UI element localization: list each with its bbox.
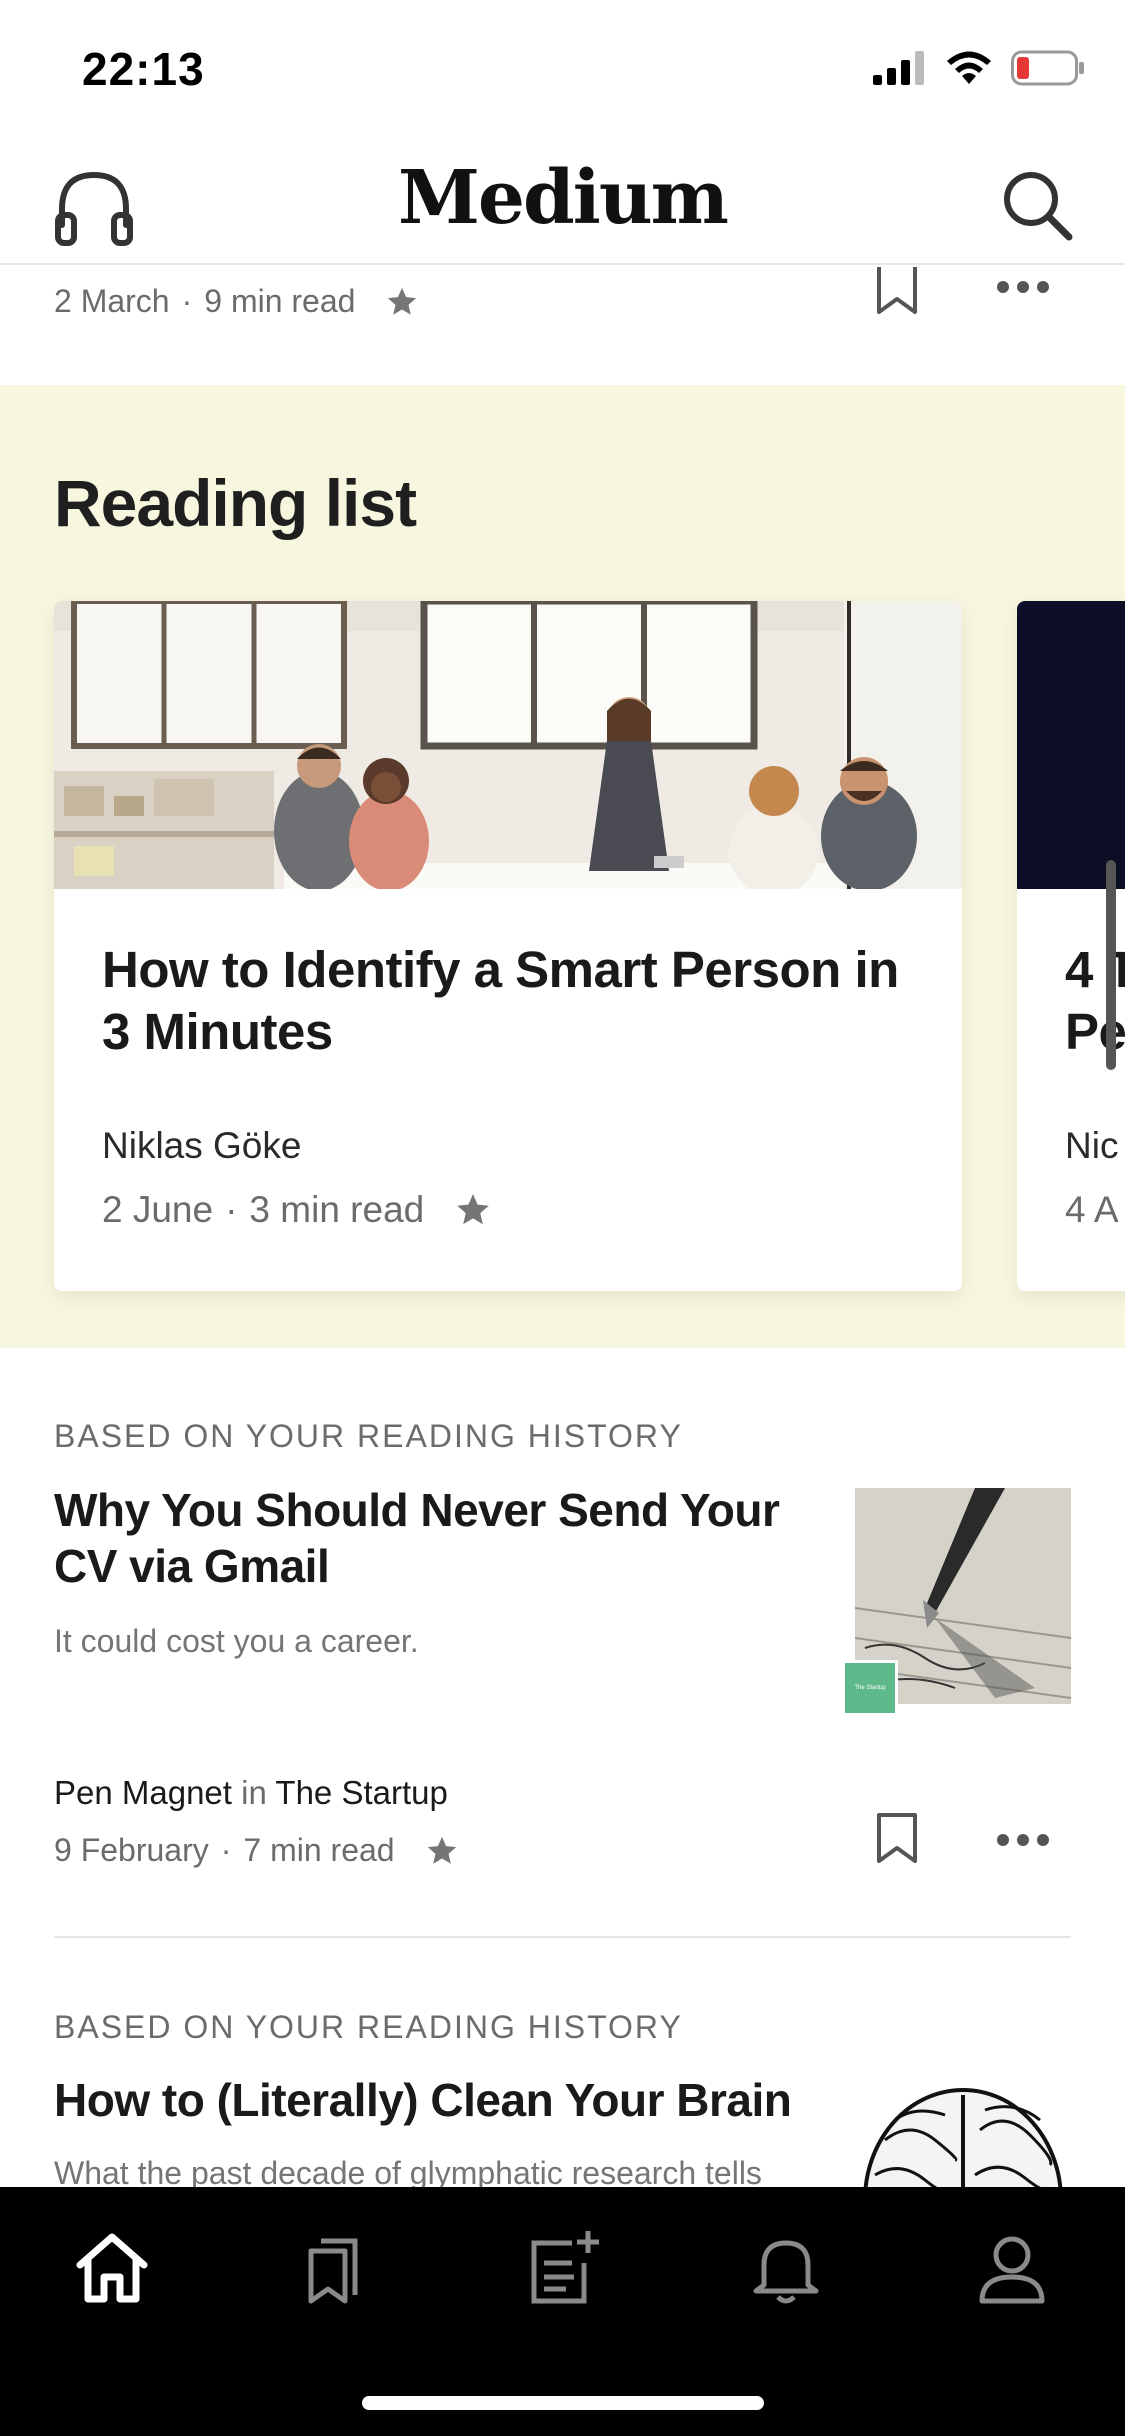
feed-kicker: BASED ON YOUR READING HISTORY xyxy=(54,1418,683,1454)
article-image xyxy=(1017,601,1125,889)
feed-item[interactable]: BASED ON YOUR READING HISTORY How to (Li… xyxy=(0,1940,1125,2187)
feed-read-time: 7 min read xyxy=(243,1832,395,1868)
star-icon xyxy=(388,287,417,315)
article-meta: 2 March · 9 min read xyxy=(54,283,419,320)
card-meta: 4 A xyxy=(1065,1189,1119,1231)
notifications-icon[interactable] xyxy=(746,2227,826,2307)
feed-title[interactable]: How to (Literally) Clean Your Brain xyxy=(54,2072,854,2128)
more-options-icon[interactable] xyxy=(996,1832,1050,1848)
feed-subtitle: It could cost you a career. xyxy=(54,1623,419,1659)
search-icon[interactable] xyxy=(997,165,1077,245)
signal-icon xyxy=(873,51,924,85)
card-author[interactable]: Niklas Göke xyxy=(102,1125,301,1167)
publication-name[interactable]: The Startup xyxy=(275,1774,447,1811)
meta-separator: · xyxy=(225,1189,238,1230)
feed-kicker: BASED ON YOUR READING HISTORY xyxy=(54,2009,683,2045)
article-image xyxy=(54,601,962,889)
reading-list-card[interactable]: How to Identify a Smart Person in 3 Minu… xyxy=(54,601,962,1291)
feed-meta: 9 February · 7 min read xyxy=(54,1832,459,1869)
feed-subtitle: What the past decade of glymphatic resea… xyxy=(54,2155,762,2187)
card-read-time: 3 min read xyxy=(249,1189,425,1230)
author-name[interactable]: Pen Magnet xyxy=(54,1774,232,1811)
star-icon xyxy=(427,1836,456,1864)
reading-list-title: Reading list xyxy=(54,466,417,540)
status-bar: 22:13 xyxy=(0,0,1125,135)
card-date: 4 A xyxy=(1065,1189,1119,1230)
card-title[interactable]: How to Identify a Smart Person in 3 Minu… xyxy=(102,939,922,1063)
bookmark-icon[interactable] xyxy=(876,1812,918,1864)
horizontal-scroll-indicator xyxy=(1106,860,1116,1070)
byline-in: in xyxy=(241,1774,267,1811)
new-story-icon[interactable] xyxy=(522,2227,602,2307)
wifi-icon xyxy=(947,51,991,84)
status-icons xyxy=(873,50,1085,86)
card-date: 2 June xyxy=(102,1189,214,1230)
card-meta: 2 June · 3 min read xyxy=(102,1189,492,1231)
star-icon xyxy=(457,1194,490,1225)
bookmarks-icon[interactable] xyxy=(297,2227,377,2307)
article-thumbnail[interactable] xyxy=(855,2080,1071,2187)
status-time: 22:13 xyxy=(82,43,205,95)
feed-byline: Pen Magnet in The Startup xyxy=(54,1774,448,1812)
profile-icon[interactable] xyxy=(972,2227,1052,2307)
feed-divider xyxy=(54,1936,1071,1938)
previous-article-footer: 2 March · 9 min read xyxy=(0,267,1125,385)
reading-list-section: Reading list How to Identify a Smart Per… xyxy=(0,385,1125,1348)
feed-date: 9 February xyxy=(54,1832,209,1868)
feed-title[interactable]: Why You Should Never Send Your CV via Gm… xyxy=(54,1482,814,1594)
app-header: Medium xyxy=(0,135,1125,265)
meta-separator: · xyxy=(181,283,193,319)
app-logo[interactable]: Medium xyxy=(0,155,1125,241)
meta-separator: · xyxy=(220,1832,232,1868)
more-options-icon[interactable] xyxy=(996,279,1050,295)
feed-item[interactable]: BASED ON YOUR READING HISTORY Why You Sh… xyxy=(0,1348,1125,1938)
bookmark-icon[interactable] xyxy=(876,267,918,315)
article-date: 2 March xyxy=(54,283,170,319)
battery-icon xyxy=(1011,50,1084,86)
card-title[interactable]: 4 T Pe xyxy=(1065,939,1125,1063)
home-icon[interactable] xyxy=(72,2227,152,2307)
article-read-time: 9 min read xyxy=(204,283,356,319)
home-indicator[interactable] xyxy=(362,2396,764,2410)
card-author[interactable]: Nic xyxy=(1065,1125,1118,1167)
publication-badge[interactable]: The Startup xyxy=(842,1660,898,1716)
